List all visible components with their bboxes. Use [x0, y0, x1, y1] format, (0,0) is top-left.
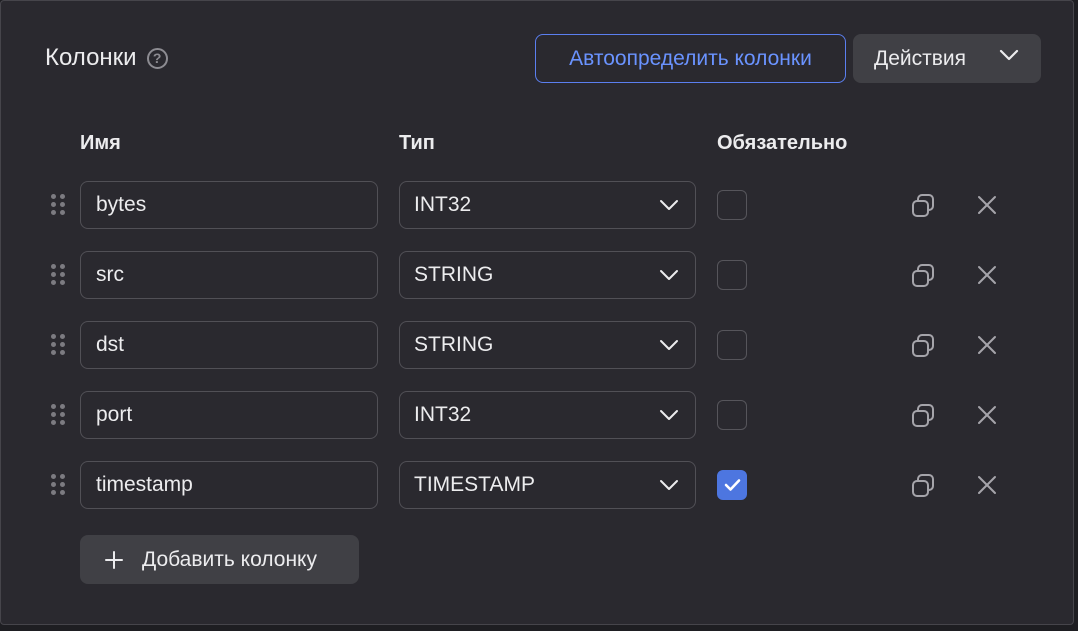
column-type-value: INT32 [414, 193, 472, 216]
copy-icon[interactable] [910, 333, 936, 359]
required-checkbox[interactable] [717, 330, 747, 360]
help-icon[interactable]: ? [146, 47, 168, 69]
column-header-required: Обязательно [717, 132, 848, 154]
column-type-select[interactable]: TIMESTAMP [399, 461, 696, 509]
column-row: src STRING [1, 251, 1075, 299]
column-type-select[interactable]: INT32 [399, 391, 696, 439]
column-type-value: TIMESTAMP [414, 473, 535, 496]
plus-icon [105, 550, 123, 569]
chevron-down-icon [660, 200, 678, 210]
column-name-value: src [96, 263, 124, 286]
column-row: bytes INT32 [1, 181, 1075, 229]
required-checkbox[interactable] [717, 190, 747, 220]
column-type-select[interactable]: STRING [399, 251, 696, 299]
column-row: port INT32 [1, 391, 1075, 439]
column-name-value: timestamp [96, 473, 193, 496]
drag-handle-icon[interactable] [51, 194, 67, 216]
column-header-name: Имя [80, 132, 121, 154]
drag-handle-icon[interactable] [51, 264, 67, 286]
column-header-type: Тип [399, 132, 435, 154]
column-type-value: STRING [414, 333, 494, 356]
required-checkbox-checked[interactable] [717, 470, 747, 500]
drag-handle-icon[interactable] [51, 474, 67, 496]
close-icon[interactable] [976, 334, 998, 356]
column-row: dst STRING [1, 321, 1075, 369]
close-icon[interactable] [976, 474, 998, 496]
drag-handle-icon[interactable] [51, 334, 67, 356]
column-name-input[interactable]: src [80, 251, 378, 299]
autodetect-columns-label: Автоопределить колонки [569, 46, 812, 70]
chevron-down-icon [660, 480, 678, 490]
close-icon[interactable] [976, 404, 998, 426]
chevron-down-icon [660, 410, 678, 420]
drag-handle-icon[interactable] [51, 404, 67, 426]
copy-icon[interactable] [910, 473, 936, 499]
copy-icon[interactable] [910, 263, 936, 289]
required-checkbox[interactable] [717, 400, 747, 430]
column-name-value: port [96, 403, 133, 426]
checkmark-icon [724, 479, 741, 491]
close-icon[interactable] [976, 264, 998, 286]
column-name-value: dst [96, 333, 125, 356]
copy-icon[interactable] [910, 403, 936, 429]
column-type-select[interactable]: STRING [399, 321, 696, 369]
add-column-button[interactable]: Добавить колонку [80, 535, 359, 584]
column-name-input[interactable]: bytes [80, 181, 378, 229]
actions-dropdown-button[interactable]: Действия [853, 34, 1041, 83]
section-header: Колонки ? [45, 43, 168, 73]
column-name-input[interactable]: timestamp [80, 461, 378, 509]
copy-icon[interactable] [910, 193, 936, 219]
section-title: Колонки [45, 44, 137, 71]
columns-panel: Колонки ? Автоопределить колонки Действи… [0, 0, 1074, 625]
close-icon[interactable] [976, 194, 998, 216]
column-row: timestamp TIMESTAMP [1, 461, 1075, 509]
add-column-label: Добавить колонку [142, 547, 317, 571]
column-name-input[interactable]: port [80, 391, 378, 439]
actions-label: Действия [874, 46, 967, 70]
column-name-input[interactable]: dst [80, 321, 378, 369]
column-type-select[interactable]: INT32 [399, 181, 696, 229]
chevron-down-icon [999, 49, 1019, 61]
column-type-value: STRING [414, 263, 494, 286]
chevron-down-icon [660, 270, 678, 280]
column-type-value: INT32 [414, 403, 472, 426]
chevron-down-icon [660, 340, 678, 350]
column-name-value: bytes [96, 193, 147, 216]
autodetect-columns-button[interactable]: Автоопределить колонки [535, 34, 846, 83]
required-checkbox[interactable] [717, 260, 747, 290]
